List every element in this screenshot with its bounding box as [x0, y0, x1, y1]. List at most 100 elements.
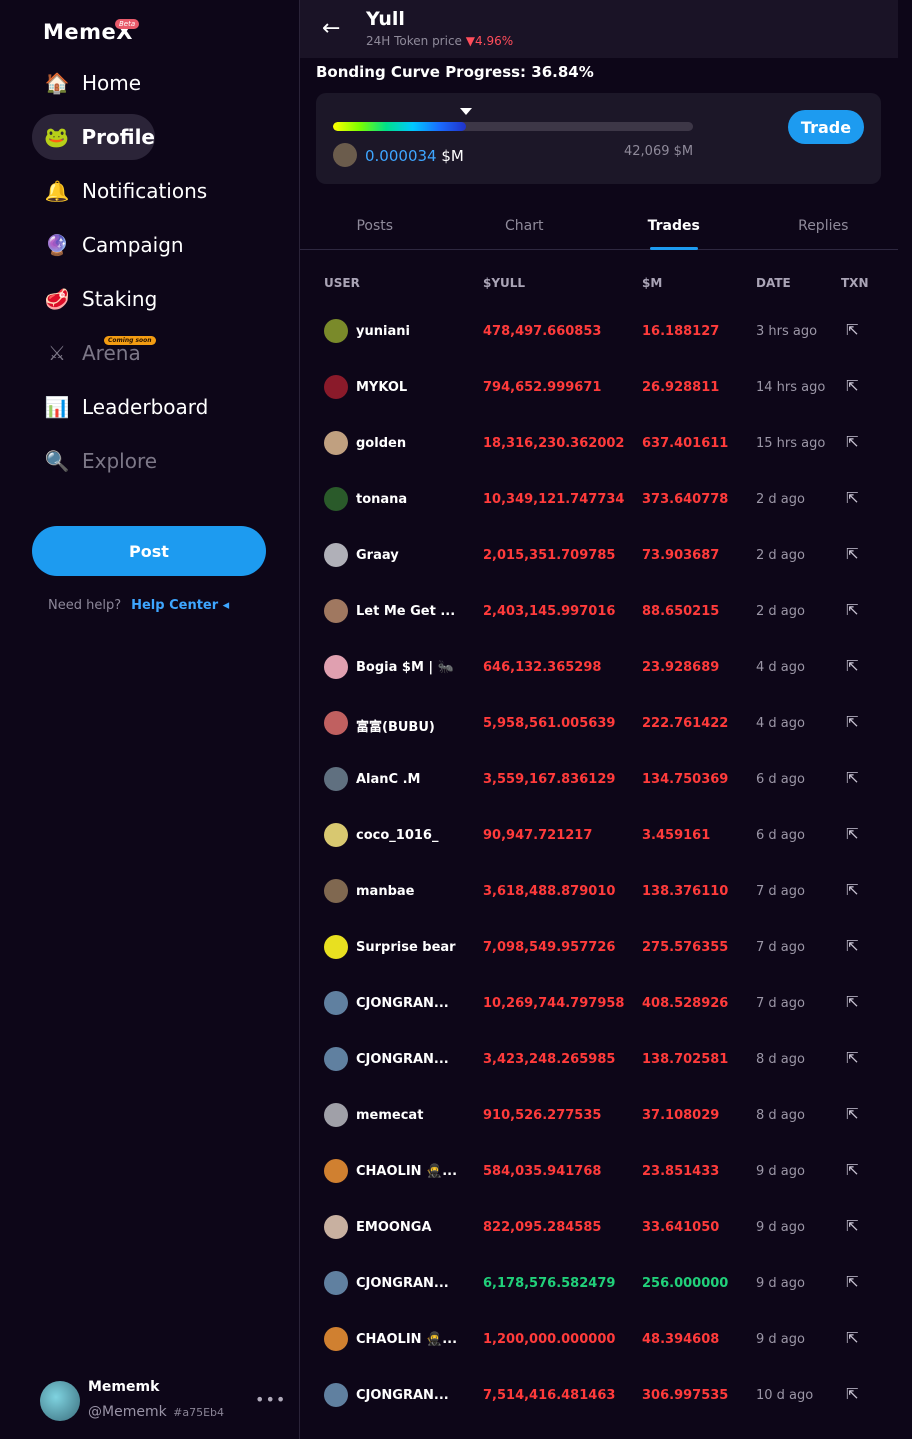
trade-m-value: 222.761422 — [642, 716, 729, 731]
trade-m-value: 275.576355 — [642, 940, 729, 955]
external-link-icon[interactable]: ⇱ — [846, 1329, 859, 1347]
tab-bar: Posts Chart Trades Replies — [300, 206, 898, 250]
trade-user[interactable]: MYKOL — [356, 380, 407, 395]
table-header: USER $YULL $M DATE TXN — [300, 276, 898, 292]
table-row: 富富(BUBU) 5,958,561.005639 222.761422 4 d ag… — [300, 695, 898, 751]
tab-posts[interactable]: Posts — [300, 206, 450, 249]
token-price-row: 24H Token price ▼4.96% — [366, 34, 513, 48]
user-avatar[interactable] — [324, 487, 348, 511]
trade-amount: 18,316,230.362002 — [483, 436, 625, 451]
trade-user[interactable]: CJONGRAN... — [356, 1388, 449, 1403]
user-avatar[interactable] — [324, 767, 348, 791]
sidebar-item-profile[interactable]: 🐸 Profile — [32, 114, 155, 160]
table-row: golden 18,316,230.362002 637.401611 15 hrs … — [300, 415, 898, 471]
trade-user[interactable]: Surprise bear — [356, 940, 456, 955]
trade-user[interactable]: AlanC .M — [356, 772, 421, 787]
external-link-icon[interactable]: ⇱ — [846, 433, 859, 451]
help-row: Need help? Help Center ◂ — [48, 598, 229, 613]
trade-user[interactable]: Let Me Get ... — [356, 604, 455, 619]
current-value-row: 0.000034 $M — [365, 147, 464, 165]
user-avatar[interactable] — [324, 1327, 348, 1351]
user-avatar[interactable] — [324, 1047, 348, 1071]
trade-date: 6 d ago — [756, 828, 805, 843]
user-avatar[interactable] — [324, 711, 348, 735]
tab-replies[interactable]: Replies — [749, 206, 899, 249]
external-link-icon[interactable]: ⇱ — [846, 377, 859, 395]
trade-amount: 584,035.941768 — [483, 1164, 602, 1179]
sidebar-item-label: Explore — [82, 449, 158, 473]
trade-amount: 3,423,248.265985 — [483, 1052, 616, 1067]
external-link-icon[interactable]: ⇱ — [846, 489, 859, 507]
user-avatar[interactable] — [324, 543, 348, 567]
external-link-icon[interactable]: ⇱ — [846, 657, 859, 675]
external-link-icon[interactable]: ⇱ — [846, 1273, 859, 1291]
external-link-icon[interactable]: ⇱ — [846, 769, 859, 787]
external-link-icon[interactable]: ⇱ — [846, 1105, 859, 1123]
sidebar-item-notifications[interactable]: 🔔 Notifications — [32, 168, 272, 214]
external-link-icon[interactable]: ⇱ — [846, 881, 859, 899]
sidebar-item-label: Notifications — [82, 179, 208, 203]
user-avatar[interactable] — [324, 991, 348, 1015]
post-button[interactable]: Post — [32, 526, 266, 576]
trade-amount: 5,958,561.005639 — [483, 716, 616, 731]
external-link-icon[interactable]: ⇱ — [846, 1049, 859, 1067]
sidebar-item-label: Home — [82, 71, 142, 95]
account-card[interactable]: Mememk @Mememk #a75Eb4 ••• — [40, 1378, 285, 1422]
sidebar-item-leaderboard[interactable]: 📊 Leaderboard — [32, 384, 272, 430]
beta-badge: Beta — [115, 19, 140, 29]
trade-user[interactable]: yuniani — [356, 324, 410, 339]
user-avatar[interactable] — [324, 431, 348, 455]
user-avatar[interactable] — [324, 655, 348, 679]
external-link-icon[interactable]: ⇱ — [846, 601, 859, 619]
sidebar-item-explore[interactable]: 🔍 Explore — [32, 438, 272, 484]
trade-user[interactable]: Graay — [356, 548, 399, 563]
trade-user[interactable]: golden — [356, 436, 406, 451]
trade-user[interactable]: EMOONGA — [356, 1220, 432, 1235]
trade-user[interactable]: 富富(BUBU) — [356, 716, 435, 735]
trade-user[interactable]: CJONGRAN... — [356, 996, 449, 1011]
user-avatar[interactable] — [324, 1383, 348, 1407]
trade-user[interactable]: CJONGRAN... — [356, 1276, 449, 1291]
external-link-icon[interactable]: ⇱ — [846, 1217, 859, 1235]
sidebar-item-campaign[interactable]: 🔮 Campaign — [32, 222, 272, 268]
back-arrow-icon[interactable]: ← — [322, 16, 340, 41]
user-avatar[interactable] — [324, 599, 348, 623]
trade-user[interactable]: Bogia $M | 🐜 — [356, 660, 454, 675]
sidebar-item-home[interactable]: 🏠 Home — [32, 60, 272, 106]
trade-user[interactable]: coco_1016_ — [356, 828, 438, 843]
trade-user[interactable]: CJONGRAN... — [356, 1052, 449, 1067]
user-avatar[interactable] — [324, 823, 348, 847]
trade-date: 9 d ago — [756, 1164, 805, 1179]
tab-trades[interactable]: Trades — [599, 206, 749, 250]
trade-user[interactable]: memecat — [356, 1108, 423, 1123]
user-avatar[interactable] — [324, 879, 348, 903]
trade-button[interactable]: Trade — [788, 110, 864, 144]
trade-amount: 10,349,121.747734 — [483, 492, 625, 507]
user-avatar[interactable] — [324, 1215, 348, 1239]
trade-user[interactable]: manbae — [356, 884, 414, 899]
external-link-icon[interactable]: ⇱ — [846, 713, 859, 731]
external-link-icon[interactable]: ⇱ — [846, 321, 859, 339]
tab-chart[interactable]: Chart — [450, 206, 600, 249]
external-link-icon[interactable]: ⇱ — [846, 1161, 859, 1179]
sidebar-item-arena[interactable]: ⚔ Arena Coming soon — [32, 330, 272, 376]
sidebar-item-staking[interactable]: 🥩 Staking — [32, 276, 272, 322]
trade-user[interactable]: CHAOLIN 🥷... — [356, 1332, 457, 1347]
user-avatar[interactable] — [324, 1159, 348, 1183]
user-avatar[interactable] — [324, 375, 348, 399]
trade-user[interactable]: tonana — [356, 492, 407, 507]
external-link-icon[interactable]: ⇱ — [846, 937, 859, 955]
trade-user[interactable]: CHAOLIN 🥷... — [356, 1164, 457, 1179]
external-link-icon[interactable]: ⇱ — [846, 993, 859, 1011]
external-link-icon[interactable]: ⇱ — [846, 825, 859, 843]
user-avatar[interactable] — [324, 1271, 348, 1295]
help-center-link[interactable]: Help Center ◂ — [131, 598, 229, 613]
user-avatar[interactable] — [324, 1103, 348, 1127]
trade-amount: 478,497.660853 — [483, 324, 602, 339]
external-link-icon[interactable]: ⇱ — [846, 545, 859, 563]
account-name: Mememk — [88, 1379, 160, 1395]
user-avatar[interactable] — [324, 319, 348, 343]
user-avatar[interactable] — [324, 935, 348, 959]
more-options-icon[interactable]: ••• — [255, 1390, 286, 1409]
external-link-icon[interactable]: ⇱ — [846, 1385, 859, 1403]
